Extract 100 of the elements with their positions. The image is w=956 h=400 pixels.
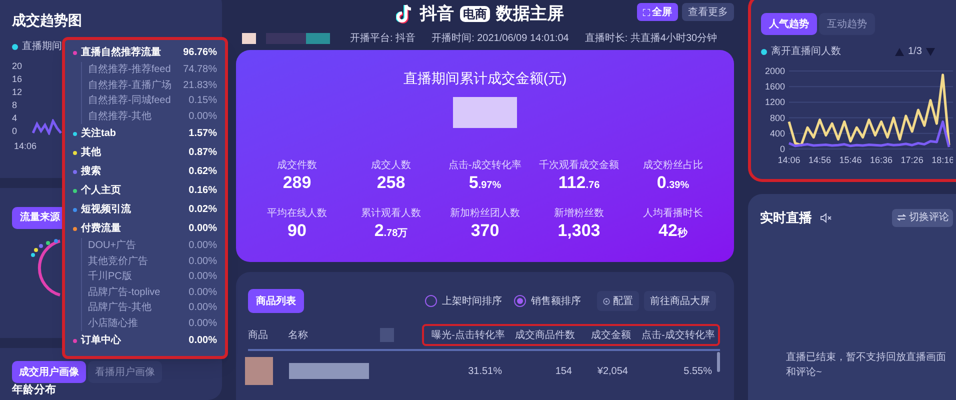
scrollbar[interactable] bbox=[717, 352, 720, 372]
product-screen-button[interactable]: 前往商品大屏 bbox=[644, 291, 716, 311]
source-value: 21.83% bbox=[183, 78, 217, 93]
source-value: 0.00% bbox=[188, 301, 217, 316]
column-toggle[interactable] bbox=[380, 328, 394, 342]
metric-value: 2.78万 bbox=[373, 221, 409, 242]
metric-label: 累计观看人数 bbox=[360, 206, 422, 221]
column-header: 名称 bbox=[288, 328, 309, 342]
card-title: 成交趋势图 bbox=[12, 11, 83, 30]
metric-value: 42秒 bbox=[658, 221, 689, 242]
source-label: 直播自然推荐流量 bbox=[81, 45, 162, 60]
config-button[interactable]: 配置 bbox=[597, 291, 639, 311]
source-label: 品牌广告-toplive bbox=[88, 286, 162, 300]
source-label: 自然推荐-直播广场 bbox=[88, 78, 172, 93]
source-label: 关注tab bbox=[81, 126, 117, 141]
metric-label: 成交粉丝占比 bbox=[642, 158, 704, 173]
axis-label: 2000 bbox=[764, 67, 785, 76]
source-value: 0.16% bbox=[188, 184, 217, 198]
mute-speaker-icon[interactable] bbox=[820, 212, 832, 223]
table-cell-text: 5.55% bbox=[682, 364, 713, 378]
source-value: 0.00% bbox=[188, 110, 217, 124]
metric-label: 成交人数 bbox=[370, 158, 412, 173]
page-indicator: 1/3 bbox=[908, 45, 922, 59]
down-arrow-icon[interactable] bbox=[926, 48, 935, 56]
source-value: 0.00% bbox=[188, 334, 217, 348]
axis-label: 0 bbox=[12, 125, 18, 138]
source-value: 0.15% bbox=[188, 94, 217, 108]
fullscreen-button[interactable]: 全屏 bbox=[637, 3, 678, 21]
metric-label: 人均看播时长 bbox=[642, 206, 704, 221]
column-header: 成交商品件数 bbox=[514, 328, 576, 342]
axis-label: 12 bbox=[12, 86, 24, 99]
source-value: 0.62% bbox=[188, 165, 217, 179]
trend-tab[interactable]: 互动趋势 bbox=[819, 13, 875, 35]
expand-icon bbox=[643, 8, 650, 16]
column-header: 曝光-点击转化率 bbox=[430, 328, 506, 342]
source-value: 0.87% bbox=[188, 146, 217, 160]
axis-label: 14:06 bbox=[14, 140, 37, 153]
trend-tab[interactable]: 人气趋势 bbox=[761, 13, 817, 35]
info-text: 开播平台: 抖音 bbox=[350, 32, 416, 46]
axis-label: 400 bbox=[770, 128, 785, 138]
column-header: 点击-成交转化率 bbox=[640, 328, 716, 342]
axis-label: 4 bbox=[12, 112, 18, 125]
metric-value: 0.39% bbox=[656, 173, 690, 194]
source-label: 小店随心推 bbox=[88, 316, 139, 331]
source-label: 自然推荐-其他 bbox=[88, 110, 152, 124]
axis-label: 15:46 bbox=[839, 155, 862, 165]
source-label: 短视频引流 bbox=[81, 202, 132, 217]
source-value: 0.00% bbox=[188, 254, 217, 269]
metric-label: 成交件数 bbox=[276, 158, 318, 173]
music-note-logo-icon bbox=[396, 4, 414, 24]
axis-label: 0 bbox=[780, 144, 785, 154]
sort-radio[interactable]: 上架时间排序 bbox=[425, 294, 502, 308]
source-value: 1.57% bbox=[188, 127, 217, 141]
portrait-tab[interactable]: 成交用户画像 bbox=[12, 361, 86, 383]
legend-label: 直播期间 bbox=[22, 40, 62, 54]
axis-label: 14:56 bbox=[808, 155, 832, 165]
source-value: 0.00% bbox=[188, 239, 217, 254]
source-label: 个人主页 bbox=[81, 183, 122, 198]
column-header: 商品 bbox=[248, 328, 269, 342]
card-title: 实时直播 bbox=[760, 209, 812, 227]
amount-placeholder bbox=[453, 97, 517, 128]
brand-badge: 电商 bbox=[460, 6, 490, 22]
up-arrow-icon[interactable] bbox=[895, 48, 904, 56]
axis-label: 800 bbox=[770, 112, 785, 123]
metric-value: 1,303 bbox=[556, 221, 602, 242]
metric-value: 90 bbox=[286, 221, 308, 242]
axis-label: 1600 bbox=[764, 82, 785, 92]
settings-icon bbox=[603, 298, 610, 304]
metric-label: 新增粉丝数 bbox=[553, 206, 605, 221]
swap-arrows-icon bbox=[897, 214, 906, 222]
axis-label: 8 bbox=[12, 99, 18, 112]
source-value: 0.00% bbox=[188, 316, 217, 331]
switch-comments-button[interactable]: 切换评论 bbox=[892, 208, 953, 227]
source-label: 自然推荐-同城feed bbox=[88, 94, 172, 108]
source-value: 74.78% bbox=[183, 63, 217, 78]
metric-label: 千次观看成交金额 bbox=[538, 158, 620, 173]
source-label: 自然推荐-推荐feed bbox=[88, 62, 172, 78]
metric-label: 新加粉丝团人数 bbox=[449, 206, 521, 221]
legend-label: 离开直播间人数 bbox=[771, 44, 841, 59]
page-title: 数据主屏 bbox=[496, 3, 564, 26]
metric-label: 平均在线人数 bbox=[266, 206, 328, 221]
axis-label: 14:06 bbox=[778, 155, 800, 165]
axis-label: 1200 bbox=[764, 97, 785, 108]
product-list-tab[interactable]: 商品列表 bbox=[248, 289, 304, 313]
source-value: 0.00% bbox=[188, 270, 217, 284]
axis-label: 20 bbox=[12, 60, 24, 73]
metric-label: 点击-成交转化率 bbox=[447, 158, 523, 173]
table-cell-text: ¥2,054 bbox=[596, 364, 629, 378]
axis-label: 16:36 bbox=[870, 155, 893, 165]
portrait-tab[interactable]: 看播用户画像 bbox=[88, 361, 162, 383]
source-label: 付费流量 bbox=[81, 221, 122, 236]
source-label: 订单中心 bbox=[81, 333, 122, 348]
live-ended-message: 直播已结束，暂不支持回放直播画面和评论~ bbox=[786, 350, 946, 380]
source-label: 其他竞价广告 bbox=[88, 254, 149, 269]
sort-radio[interactable]: 销售额排序 bbox=[514, 294, 581, 308]
section-title: 年龄分布 bbox=[12, 384, 57, 397]
view-more-button[interactable]: 查看更多 bbox=[682, 3, 734, 21]
source-value: 96.76% bbox=[183, 46, 217, 60]
product-image-placeholder bbox=[245, 357, 273, 385]
info-text: 开播时间: 2021/06/09 14:01:04 bbox=[432, 32, 569, 46]
